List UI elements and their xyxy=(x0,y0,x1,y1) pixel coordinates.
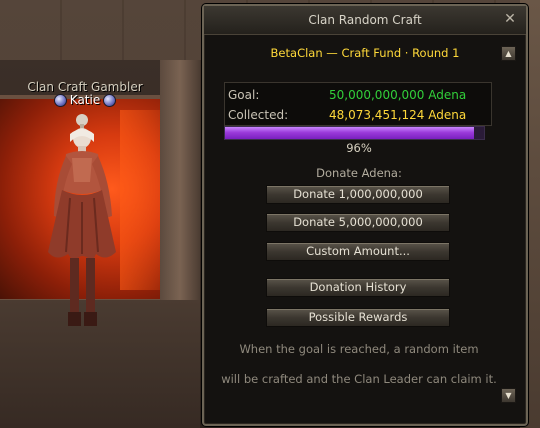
info-text-line-1: When the goal is reached, a random item xyxy=(239,342,479,356)
donate-5b-button[interactable]: Donate 5,000,000,000 xyxy=(266,213,450,232)
close-icon[interactable]: ✕ xyxy=(502,11,518,27)
window-title: Clan Random Craft xyxy=(308,13,422,27)
fund-progress-percent: 96% xyxy=(346,141,372,155)
npc-torso-detail xyxy=(72,158,92,182)
npc-left-boot xyxy=(68,312,81,326)
donate-adena-label: Donate Adena: xyxy=(316,166,402,180)
goal-row: Goal: 50,000,000,000 Adena xyxy=(225,85,491,105)
craft-fund-subtitle: BetaClan — Craft Fund · Round 1 xyxy=(270,46,460,60)
clan-random-craft-window: Clan Random Craft ✕ BetaClan — Craft Fun… xyxy=(202,4,528,426)
npc-right-boot xyxy=(84,312,97,326)
clan-crest-icon xyxy=(103,93,117,107)
possible-rewards-button[interactable]: Possible Rewards xyxy=(266,308,450,327)
custom-amount-button[interactable]: Custom Amount... xyxy=(266,242,450,261)
collected-value: 48,073,451,124 Adena xyxy=(329,108,467,122)
window-title-bar[interactable]: Clan Random Craft ✕ xyxy=(204,6,526,35)
fund-progress-fill xyxy=(225,127,474,139)
fund-stats-box: Goal: 50,000,000,000 Adena Collected: 48… xyxy=(224,82,492,126)
scroll-down-icon[interactable]: ▼ xyxy=(501,388,516,403)
collected-row: Collected: 48,073,451,124 Adena xyxy=(225,105,491,125)
fund-progress-bar xyxy=(224,126,485,140)
donation-history-button[interactable]: Donation History xyxy=(266,278,450,297)
collected-label: Collected: xyxy=(228,108,289,122)
npc-name[interactable]: Katie xyxy=(70,93,100,107)
npc-character[interactable] xyxy=(40,112,130,337)
goal-label: Goal: xyxy=(228,88,260,102)
donate-1b-button[interactable]: Donate 1,000,000,000 xyxy=(266,185,450,204)
goal-value: 50,000,000,000 Adena xyxy=(329,88,467,102)
npc-right-leg xyxy=(86,258,95,318)
scroll-up-icon[interactable]: ▲ xyxy=(501,46,516,61)
npc-title: Clan Craft Gambler xyxy=(27,80,143,94)
clan-crest-icon xyxy=(53,93,67,107)
npc-name-row: Katie xyxy=(20,93,150,107)
info-text-line-2: will be crafted and the Clan Leader can … xyxy=(221,372,497,386)
npc-left-leg xyxy=(70,258,79,318)
